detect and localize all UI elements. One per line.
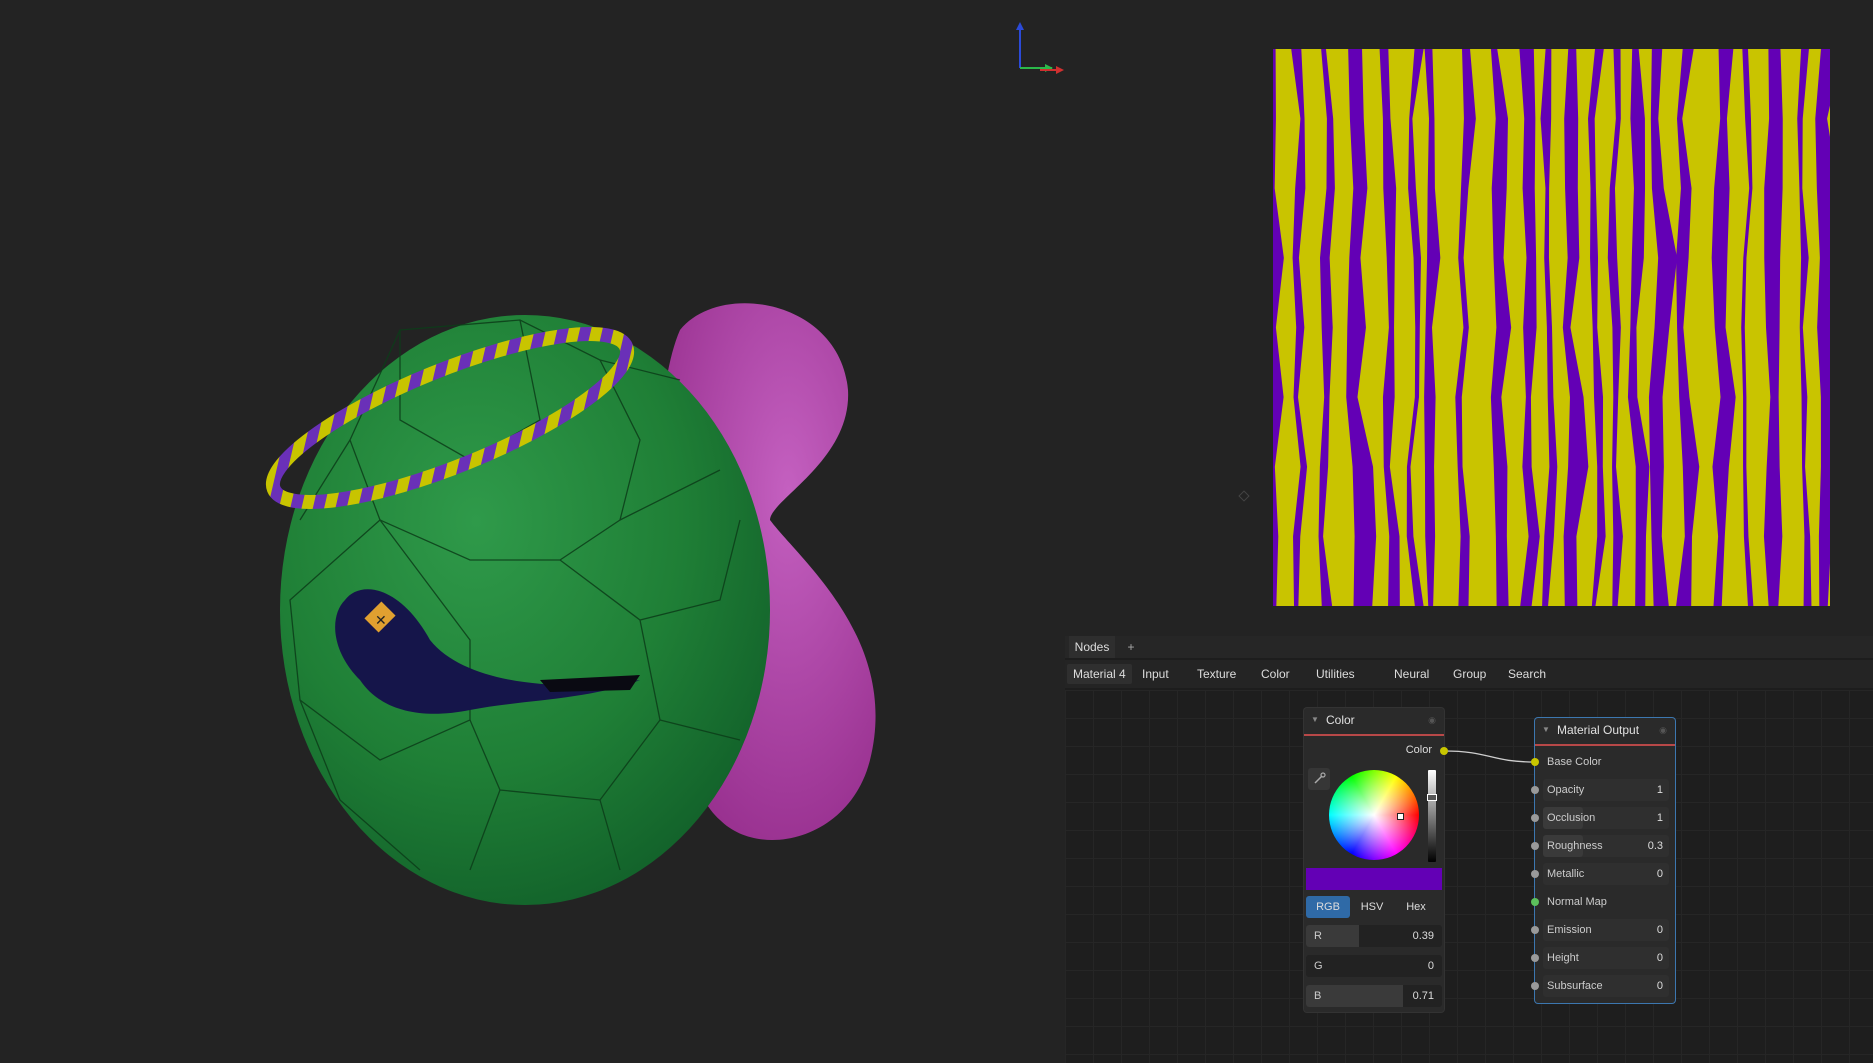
input-value: 0	[1656, 952, 1663, 964]
category-bar: Material 4 Input Texture Color Utilities…	[1065, 660, 1873, 688]
channel-g-label: G	[1314, 960, 1323, 972]
input-label: Height	[1547, 952, 1579, 964]
channel-g-field[interactable]: G 0	[1306, 955, 1442, 977]
category-search[interactable]: Search	[1502, 664, 1552, 684]
category-color[interactable]: Color	[1255, 664, 1296, 684]
color-wheel-picker[interactable]	[1397, 813, 1404, 820]
category-group[interactable]: Group	[1447, 664, 1492, 684]
material-output-title: Material Output	[1557, 723, 1640, 737]
node-canvas[interactable]	[1065, 690, 1873, 1063]
color-wheel[interactable]	[1329, 770, 1419, 860]
color-output-label: Color	[1405, 744, 1432, 756]
input-height[interactable]: Height 0	[1531, 947, 1675, 969]
input-normal-map[interactable]: Normal Map	[1531, 891, 1675, 913]
input-label: Roughness	[1547, 840, 1603, 852]
input-value: 1	[1656, 812, 1663, 824]
color-output-socket[interactable]	[1440, 747, 1448, 755]
divider-handle[interactable]	[1238, 490, 1250, 502]
category-material-4[interactable]: Material 4	[1067, 664, 1132, 684]
input-socket[interactable]	[1531, 982, 1539, 990]
eyedropper-button[interactable]	[1308, 768, 1330, 790]
mode-rgb-button[interactable]: RGB	[1306, 896, 1350, 918]
input-socket[interactable]	[1531, 870, 1539, 878]
3d-viewport[interactable]: ✕	[0, 0, 1065, 1063]
input-value: 0	[1656, 868, 1663, 880]
category-utilities[interactable]: Utilities	[1310, 664, 1361, 684]
input-socket[interactable]	[1531, 814, 1539, 822]
channel-r-label: R	[1314, 930, 1322, 942]
input-label: Metallic	[1547, 868, 1585, 880]
input-value: 0.3	[1647, 840, 1663, 852]
collapse-icon[interactable]: ▼	[1311, 708, 1319, 732]
input-subsurface[interactable]: Subsurface 0	[1531, 975, 1675, 997]
input-socket[interactable]	[1531, 842, 1539, 850]
node-editor-panel: Nodes + Material 4 Input Texture Color U…	[1065, 636, 1873, 1063]
channel-g-value: 0	[1427, 960, 1434, 972]
eye-icon[interactable]: ◉	[1659, 718, 1667, 742]
input-socket[interactable]	[1531, 954, 1539, 962]
channel-b-label: B	[1314, 990, 1322, 1002]
svg-text:✕: ✕	[375, 613, 387, 629]
input-socket[interactable]	[1531, 786, 1539, 794]
color-swatch	[1306, 868, 1442, 890]
eyedropper-icon	[1314, 772, 1326, 784]
material-output-node[interactable]: ▼ Material Output ◉ Base Color Opacity 1 Oc…	[1531, 718, 1675, 1003]
channel-r-field[interactable]: R 0.39	[1306, 925, 1442, 947]
input-value: 0	[1656, 980, 1663, 992]
channel-b-field[interactable]: B 0.71	[1306, 985, 1442, 1007]
input-socket[interactable]	[1531, 926, 1539, 934]
input-value: 1	[1656, 784, 1663, 796]
viewport-scene: ✕	[265, 22, 1064, 905]
input-label: Normal Map	[1547, 896, 1607, 908]
eye-icon[interactable]: ◉	[1428, 708, 1436, 732]
input-base-color[interactable]: Base Color	[1531, 751, 1675, 773]
input-label: Occlusion	[1547, 812, 1596, 824]
input-label: Base Color	[1547, 756, 1602, 768]
add-tab-button[interactable]: +	[1123, 636, 1139, 658]
input-emission[interactable]: Emission 0	[1531, 919, 1675, 941]
collapse-icon[interactable]: ▼	[1542, 718, 1550, 742]
mode-hex-button[interactable]: Hex	[1394, 896, 1438, 918]
channel-r-value: 0.39	[1412, 930, 1434, 942]
category-input[interactable]: Input	[1136, 664, 1175, 684]
tab-nodes[interactable]: Nodes	[1069, 636, 1115, 658]
material-output-header[interactable]: ▼ Material Output ◉	[1535, 718, 1675, 746]
color-node[interactable]: ▼ Color ◉ Color RGB HSV Hex R 0.39 G 0 B…	[1304, 708, 1448, 1012]
input-socket[interactable]	[1531, 758, 1539, 766]
mode-hsv-button[interactable]: HSV	[1350, 896, 1394, 918]
color-node-header[interactable]: ▼ Color ◉	[1304, 708, 1444, 736]
input-label: Emission	[1547, 924, 1592, 936]
input-roughness[interactable]: Roughness 0.3	[1531, 835, 1675, 857]
color-node-title: Color	[1326, 713, 1355, 727]
input-occlusion[interactable]: Occlusion 1	[1531, 807, 1675, 829]
category-texture[interactable]: Texture	[1191, 664, 1242, 684]
axis-gizmo	[1016, 22, 1064, 74]
zebra-texture	[1273, 49, 1830, 606]
channel-b-value: 0.71	[1412, 990, 1434, 1002]
input-value: 0	[1656, 924, 1663, 936]
input-label: Subsurface	[1547, 980, 1603, 992]
brightness-slider[interactable]	[1427, 770, 1437, 862]
texture-preview	[1273, 49, 1830, 606]
input-socket[interactable]	[1531, 898, 1539, 906]
brightness-slider-thumb[interactable]	[1427, 794, 1437, 801]
input-opacity[interactable]: Opacity 1	[1531, 779, 1675, 801]
input-label: Opacity	[1547, 784, 1585, 796]
input-metallic[interactable]: Metallic 0	[1531, 863, 1675, 885]
panel-tab-bar: Nodes +	[1065, 636, 1873, 658]
category-neural[interactable]: Neural	[1388, 664, 1435, 684]
